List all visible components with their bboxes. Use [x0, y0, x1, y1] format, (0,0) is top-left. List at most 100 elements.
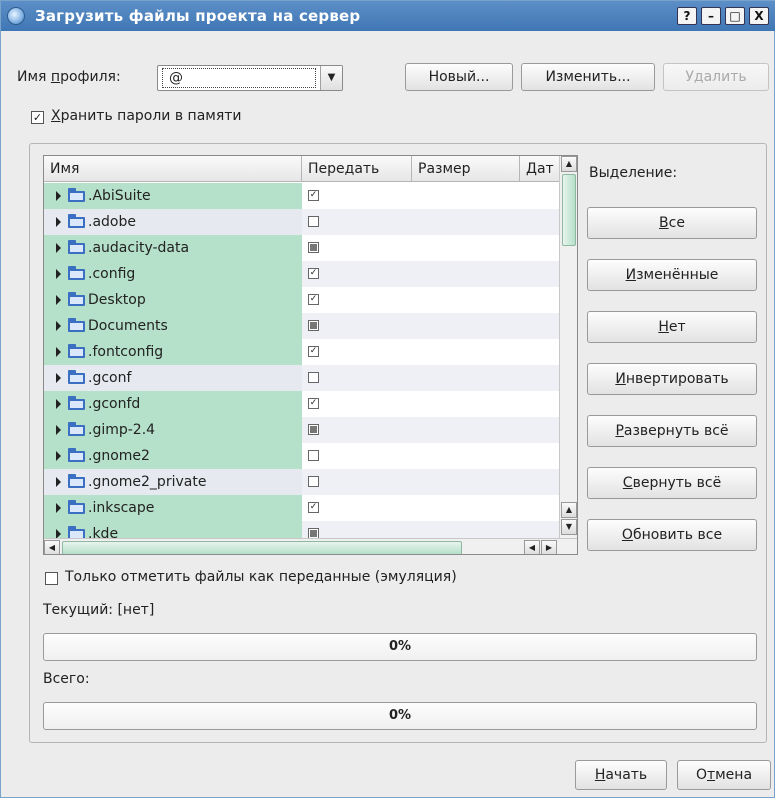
scroll-left-icon[interactable]: ◀	[524, 540, 540, 554]
title-bar[interactable]: Загрузить файлы проекта на сервер ? – □ …	[1, 1, 775, 31]
transfer-checkbox[interactable]	[308, 216, 319, 227]
tree-row[interactable]: Documents	[44, 313, 559, 339]
profile-select[interactable]: @ ▼	[157, 65, 343, 91]
transfer-checkbox[interactable]	[308, 320, 319, 331]
expand-arrow-icon[interactable]	[56, 477, 61, 487]
select-all-button[interactable]: Все	[587, 207, 757, 239]
tree-row[interactable]: .gconfd ✓	[44, 391, 559, 417]
tree-vertical-scrollbar[interactable]: ▲ ▲ ▼	[559, 156, 577, 538]
expand-arrow-icon[interactable]	[56, 347, 61, 357]
transfer-checkbox[interactable]: ✓	[308, 346, 319, 357]
tree-row[interactable]: .gnome2_private	[44, 469, 559, 495]
scroll-up-icon[interactable]: ▲	[561, 156, 577, 172]
expand-all-button[interactable]: Развернуть всё	[587, 415, 757, 447]
tree-row[interactable]: .config ✓	[44, 261, 559, 287]
profile-label-accel: п	[50, 69, 61, 85]
button-accel: С	[622, 475, 633, 491]
transfer-checkbox[interactable]	[308, 242, 319, 253]
button-label: бновить все	[632, 527, 723, 543]
tree-row[interactable]: .AbiSuite ✓	[44, 183, 559, 209]
tree-row[interactable]: .gimp-2.4	[44, 417, 559, 443]
transfer-checkbox[interactable]: ✓	[308, 502, 319, 513]
close-button[interactable]: X	[749, 7, 769, 25]
folder-icon	[68, 292, 85, 306]
expand-arrow-icon[interactable]	[56, 451, 61, 461]
column-name[interactable]: Имя	[44, 156, 302, 182]
minimize-button[interactable]: –	[701, 7, 721, 25]
column-size[interactable]: Размер	[412, 156, 520, 182]
maximize-button[interactable]: □	[725, 7, 745, 25]
edit-profile-button[interactable]: Изменить...	[521, 63, 655, 91]
transfer-checkbox[interactable]	[308, 372, 319, 383]
tree-row-cells	[302, 235, 559, 261]
expand-arrow-icon[interactable]	[56, 295, 61, 305]
transfer-checkbox[interactable]: ✓	[308, 398, 319, 409]
expand-arrow-icon[interactable]	[56, 269, 61, 279]
transfer-checkbox[interactable]	[308, 424, 319, 435]
start-button[interactable]: Начать	[575, 760, 667, 790]
transfer-checkbox[interactable]	[308, 450, 319, 461]
folder-icon	[68, 370, 85, 384]
tree-row[interactable]: .gnome2	[44, 443, 559, 469]
folder-icon	[68, 474, 85, 488]
button-accel: И	[615, 371, 626, 387]
horizontal-scroll-thumb[interactable]	[62, 541, 462, 554]
profile-label: Имя профиля:	[17, 69, 121, 85]
chevron-down-icon[interactable]: ▼	[320, 66, 342, 90]
cancel-button[interactable]: Отмена	[677, 760, 771, 790]
store-passwords-label[interactable]: Хранить пароли в памяти	[51, 108, 242, 124]
tree-row[interactable]: .gconf	[44, 365, 559, 391]
expand-arrow-icon[interactable]	[56, 217, 61, 227]
emulation-label[interactable]: Только отметить файлы как переданные (эм…	[65, 569, 457, 585]
expand-arrow-icon[interactable]	[56, 191, 61, 201]
button-accel: О	[621, 527, 633, 543]
transfer-checkbox[interactable]: ✓	[308, 190, 319, 201]
window-title: Загрузить файлы проекта на сервер	[35, 7, 361, 25]
column-transfer[interactable]: Передать	[302, 156, 412, 182]
transfer-checkbox[interactable]	[308, 476, 319, 487]
expand-arrow-icon[interactable]	[56, 503, 61, 513]
folder-icon	[68, 422, 85, 436]
refresh-all-button[interactable]: Обновить все	[587, 519, 757, 551]
expand-arrow-icon[interactable]	[56, 373, 61, 383]
help-button[interactable]: ?	[677, 7, 697, 25]
scroll-up-icon[interactable]: ▲	[561, 502, 577, 518]
file-tree[interactable]: Имя Передать Размер Дат .AbiSuite ✓ .adobe…	[43, 155, 578, 555]
tree-row[interactable]: Desktop ✓	[44, 287, 559, 313]
emulation-checkbox[interactable]	[45, 572, 58, 585]
tree-row[interactable]: .audacity-data	[44, 235, 559, 261]
expand-arrow-icon[interactable]	[56, 399, 61, 409]
tree-item-name: .gconf	[88, 370, 132, 386]
scroll-left-icon[interactable]: ◀	[44, 540, 60, 554]
tree-row[interactable]: .adobe	[44, 209, 559, 235]
delete-profile-button[interactable]: Удалить	[663, 63, 769, 91]
button-label: се	[668, 215, 685, 231]
transfer-checkbox[interactable]: ✓	[308, 268, 319, 279]
tree-row-cells	[302, 391, 559, 417]
collapse-all-button[interactable]: Свернуть всё	[587, 467, 757, 499]
current-progress-bar: 0%	[43, 633, 757, 661]
expand-arrow-icon[interactable]	[56, 321, 61, 331]
button-label: вернуть всё	[632, 475, 722, 491]
new-profile-button[interactable]: Новый...	[405, 63, 513, 91]
scroll-right-icon[interactable]: ▶	[541, 540, 557, 554]
column-date[interactable]: Дат	[520, 156, 559, 182]
invert-selection-button[interactable]: Инвертировать	[587, 363, 757, 395]
tree-horizontal-scrollbar[interactable]: ◀ ◀ ▶	[44, 538, 577, 554]
tree-row[interactable]: .fontconfig ✓	[44, 339, 559, 365]
expand-arrow-icon[interactable]	[56, 425, 61, 435]
current-progress-text: 0%	[388, 639, 412, 654]
vertical-scroll-thumb[interactable]	[562, 174, 576, 246]
scroll-down-icon[interactable]: ▼	[561, 519, 577, 535]
store-passwords-checkbox[interactable]: ✓	[31, 111, 44, 124]
folder-icon	[68, 214, 85, 228]
folder-icon	[68, 266, 85, 280]
transfer-checkbox[interactable]: ✓	[308, 294, 319, 305]
expand-arrow-icon[interactable]	[56, 243, 61, 253]
tree-row[interactable]: .inkscape ✓	[44, 495, 559, 521]
select-modified-button[interactable]: Изменённые	[587, 259, 757, 291]
selection-label: Выделение:	[589, 165, 678, 181]
tree-item-name: .gnome2	[88, 448, 150, 464]
select-none-button[interactable]: Нет	[587, 311, 757, 343]
total-progress-bar: 0%	[43, 702, 757, 730]
